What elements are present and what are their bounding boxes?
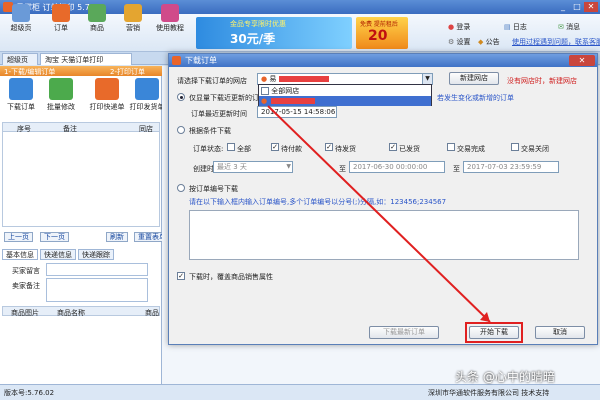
annotation-arrow-line <box>267 105 491 323</box>
annotation-arrow <box>267 105 491 323</box>
